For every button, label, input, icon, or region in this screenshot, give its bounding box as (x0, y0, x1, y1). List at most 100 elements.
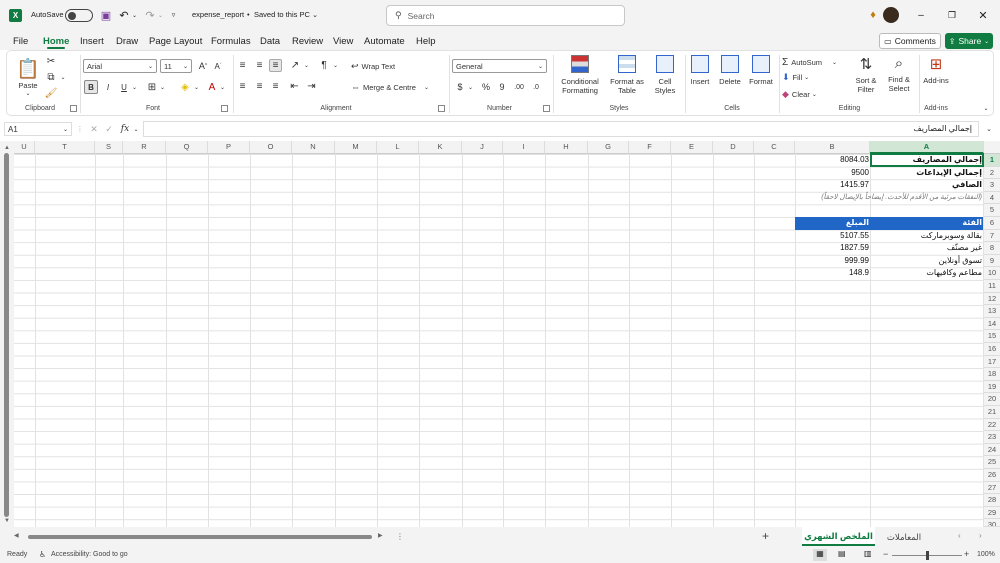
column-header[interactable]: F (629, 141, 671, 154)
fill-color-dropdown-icon[interactable]: ⌄ (193, 80, 200, 94)
row-header[interactable]: 27 (984, 481, 1000, 495)
align-right-icon[interactable]: ≡ (269, 80, 282, 93)
column-header[interactable]: G (588, 141, 629, 154)
sheet-tab-active[interactable]: الملخص الشهري (802, 527, 875, 546)
undo-icon[interactable]: ↶ (118, 8, 130, 22)
column-header[interactable]: O (250, 141, 292, 154)
vertical-scrollbar[interactable]: ▲ ▼ (0, 141, 14, 527)
next-sheet-icon[interactable]: › (979, 531, 982, 540)
row-header[interactable]: 7 (984, 229, 1000, 243)
row-header[interactable]: 17 (984, 355, 1000, 369)
cancel-entry-icon[interactable]: ✕ (88, 122, 100, 136)
row-header[interactable]: 21 (984, 406, 1000, 419)
cell-b8[interactable]: 1827.59 (840, 242, 869, 254)
tab-insert[interactable]: Insert (80, 36, 104, 47)
row-header[interactable]: 19 (984, 380, 1000, 394)
row-header[interactable]: 10 (984, 267, 1000, 280)
align-center-icon[interactable]: ≡ (253, 80, 266, 93)
select-all-corner[interactable] (984, 141, 1000, 154)
row-header[interactable]: 25 (984, 456, 1000, 469)
paste-button[interactable]: 📋 Paste ⌄ (15, 55, 41, 99)
insert-function-button[interactable]: fx (118, 122, 132, 136)
align-left-icon[interactable]: ≡ (236, 80, 249, 93)
cell-b1[interactable]: 8084.03 (840, 154, 869, 166)
column-header[interactable]: D (713, 141, 754, 154)
column-header[interactable]: R (123, 141, 166, 154)
collapse-ribbon-icon[interactable]: ⌄ (982, 103, 990, 113)
orientation-icon[interactable]: ↗ (288, 59, 302, 72)
cell-b3[interactable]: 1415.97 (840, 179, 869, 191)
cell-a8[interactable]: غير مصنّف (947, 242, 982, 254)
row-header[interactable]: 26 (984, 469, 1000, 482)
zoom-slider-thumb[interactable] (926, 551, 929, 560)
cut-icon[interactable]: ✂ (45, 55, 57, 67)
column-header[interactable]: E (671, 141, 713, 154)
alignment-dialog-launcher-icon[interactable] (438, 105, 445, 112)
underline-button[interactable]: U (118, 80, 130, 94)
accessibility-icon[interactable]: ♿ (39, 550, 46, 559)
name-box[interactable]: A1 ⌄ (4, 122, 72, 136)
close-icon[interactable]: ✕ (977, 8, 989, 22)
number-dialog-launcher-icon[interactable] (543, 105, 550, 112)
number-format-select[interactable]: General ⌄ (452, 59, 547, 73)
currency-button[interactable]: $ (454, 80, 466, 94)
column-header[interactable]: J (462, 141, 503, 154)
zoom-in-icon[interactable]: + (964, 549, 969, 559)
currency-dropdown-icon[interactable]: ⌄ (467, 80, 474, 94)
delete-cells-button[interactable]: Delete (716, 55, 744, 101)
tab-automate[interactable]: Automate (364, 36, 405, 47)
scroll-up-icon[interactable]: ▲ (4, 145, 10, 151)
tab-split-handle-icon[interactable]: ⋮ (396, 532, 404, 541)
cell-styles-button[interactable]: Cell Styles (649, 55, 681, 101)
customize-qat-icon[interactable]: ▿ (169, 8, 178, 22)
row-header[interactable]: 22 (984, 418, 1000, 432)
column-header[interactable]: M (335, 141, 377, 154)
row-header[interactable]: 28 (984, 494, 1000, 507)
row-header[interactable]: 14 (984, 317, 1000, 331)
redo-dropdown-icon[interactable]: ⌄ (157, 8, 164, 22)
column-header[interactable]: P (208, 141, 250, 154)
column-header[interactable]: L (377, 141, 419, 154)
merge-centre-button[interactable]: ⇔ Merge & Centre ⌄ (351, 80, 439, 94)
row-header[interactable]: 1 (984, 154, 1000, 167)
share-button[interactable]: ⇪ Share ⌄ (945, 33, 993, 49)
page-break-view-icon[interactable]: ▥ (864, 549, 872, 558)
row-header[interactable]: 12 (984, 292, 1000, 306)
fill-button[interactable]: ⬇ Fill ⌄ (782, 71, 822, 84)
file-name[interactable]: expense_report (192, 10, 244, 19)
scroll-right-icon[interactable]: ▶ (378, 532, 383, 539)
column-header[interactable]: C (754, 141, 795, 154)
row-header[interactable]: 11 (984, 280, 1000, 293)
font-color-icon[interactable]: A (206, 80, 218, 94)
clear-button[interactable]: ◆ Clear ⌄ (782, 88, 826, 101)
scroll-left-icon[interactable]: ◀ (14, 532, 19, 539)
decrease-font-icon[interactable]: Aˇ (212, 59, 224, 73)
cell-b10[interactable]: 148.9 (849, 267, 869, 279)
normal-view-icon[interactable]: ▦ (813, 549, 827, 561)
minimize-icon[interactable]: – (915, 8, 927, 22)
wrap-text-button[interactable]: ↩ Wrap Text (351, 59, 411, 73)
row-header[interactable]: 4 (984, 191, 1000, 205)
page-layout-view-icon[interactable]: ▤ (838, 549, 846, 558)
insert-function-chevron-icon[interactable]: ⌄ (133, 122, 139, 136)
row-header[interactable]: 3 (984, 179, 1000, 192)
format-as-table-button[interactable]: Format as Table (607, 55, 647, 101)
text-direction-dropdown-icon[interactable]: ⌄ (332, 59, 339, 72)
avatar[interactable] (883, 7, 899, 23)
cell-grid[interactable] (14, 154, 984, 527)
row-header[interactable]: 30 (984, 519, 1000, 527)
text-direction-icon[interactable]: ¶ (317, 59, 331, 72)
align-top-icon[interactable]: ≡ (236, 59, 249, 72)
tab-data[interactable]: Data (260, 36, 280, 47)
increase-indent-icon[interactable]: ⇥ (305, 80, 318, 93)
fill-color-icon[interactable]: ◈ (178, 80, 192, 94)
save-status[interactable]: Saved to this PC (254, 10, 310, 19)
save-icon[interactable]: ▣ (100, 9, 112, 22)
percent-button[interactable]: % (480, 80, 492, 94)
tab-view[interactable]: View (333, 36, 353, 47)
zoom-slider[interactable] (892, 551, 962, 560)
add-ins-button[interactable]: ⊞ Add-ins (921, 55, 951, 101)
cell-a3[interactable]: الصافي (952, 179, 982, 191)
column-header[interactable]: I (503, 141, 545, 154)
row-header[interactable]: 9 (984, 254, 1000, 268)
